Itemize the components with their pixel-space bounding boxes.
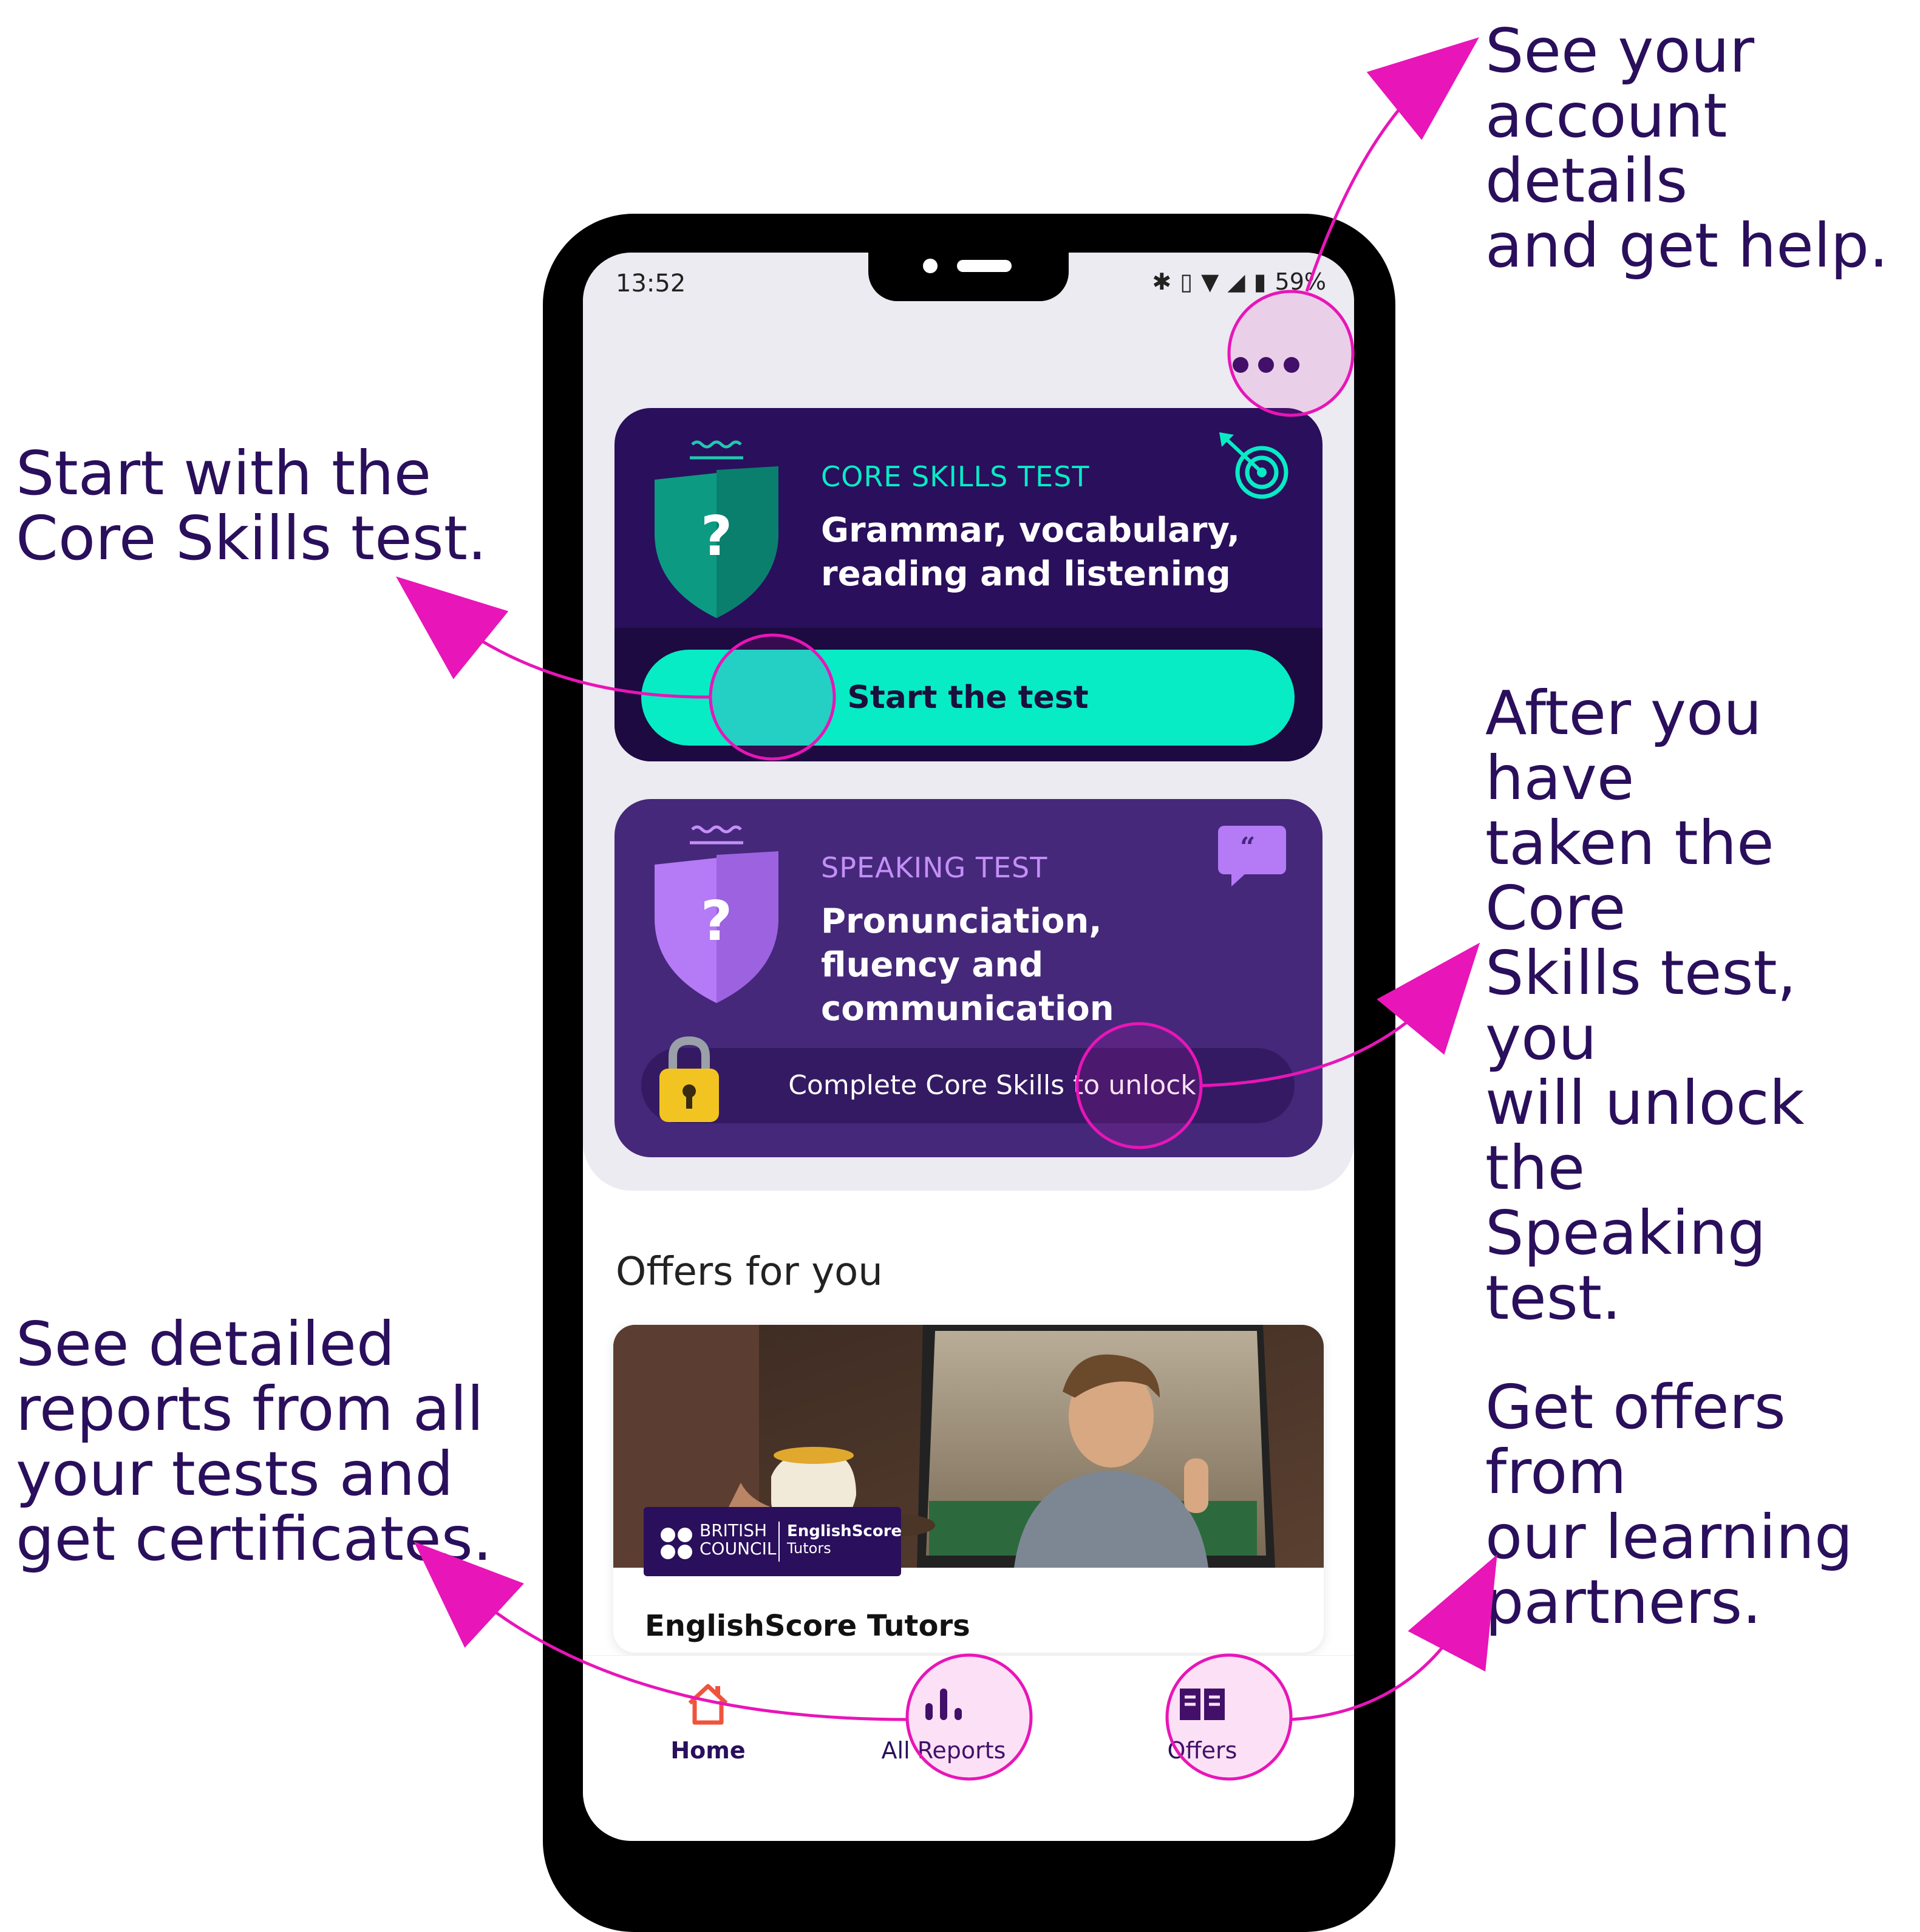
core-skills-label: CORE SKILLS TEST — [821, 460, 1090, 493]
nav-home-label: Home — [670, 1737, 746, 1764]
more-icon — [1233, 357, 1248, 373]
app-screen: 13:52 ✱ ▯ ▼ ◢ ▮ 59% ? CORE SKILLS TEST G… — [583, 253, 1354, 1841]
home-icon — [688, 1684, 728, 1725]
battery-percent: 59% — [1275, 268, 1326, 295]
more-options-button[interactable] — [1227, 338, 1306, 392]
bluetooth-icon: ✱ — [1152, 268, 1172, 295]
battery-icon: ▮ — [1253, 268, 1267, 295]
annotation-speaking: After you have taken the Core Skills tes… — [1485, 678, 1805, 1333]
nav-reports-label: All Reports — [881, 1737, 1006, 1764]
nav-all-reports[interactable]: All Reports — [865, 1674, 1023, 1764]
badge-englishscore-text: EnglishScore Tutors — [787, 1522, 902, 1557]
british-council-logo — [661, 1528, 692, 1559]
locked-speaking-bar: Complete Core Skills to unlock — [641, 1036, 1295, 1123]
nav-offers[interactable]: Offers — [1123, 1674, 1281, 1764]
nav-home[interactable]: Home — [629, 1674, 787, 1764]
svg-text:?: ? — [701, 505, 732, 568]
vibrate-icon: ▯ — [1180, 268, 1193, 295]
book-icon — [1180, 1689, 1225, 1720]
svg-text:?: ? — [701, 889, 732, 953]
signal-icon: ◢ — [1227, 268, 1245, 295]
bar-chart-icon — [925, 1689, 962, 1720]
speech-quote-icon: “ — [1218, 826, 1286, 886]
annotation-reports: See detailed reports from all your tests… — [16, 1308, 492, 1574]
offers-heading: Offers for you — [616, 1250, 883, 1294]
svg-text:“: “ — [1240, 832, 1255, 863]
status-icons: ✱ ▯ ▼ ◢ ▮ 59% — [1152, 268, 1326, 295]
core-skills-description: Grammar, vocabulary, reading and listeni… — [821, 511, 1240, 594]
core-shield-icon: ? — [655, 440, 778, 618]
speaking-test-card: ? SPEAKING TEST Pronunciation, fluency a… — [614, 799, 1323, 1157]
speaking-label: SPEAKING TEST — [821, 851, 1048, 884]
annotation-offers: Get offers from our learning partners. — [1485, 1372, 1853, 1638]
tests-section: 13:52 ✱ ▯ ▼ ◢ ▮ 59% ? CORE SKILLS TEST G… — [583, 253, 1354, 1191]
badge-british-council-text: BRITISH COUNCIL — [700, 1520, 777, 1559]
bottom-navigation: Home All Reports Offers — [583, 1655, 1354, 1841]
wifi-icon: ▼ — [1201, 268, 1219, 295]
nav-offers-label: Offers — [1167, 1737, 1237, 1764]
core-skills-card: ? CORE SKILLS TEST Grammar, vocabulary, … — [614, 408, 1323, 761]
camera-notch — [868, 253, 1069, 301]
annotation-core-skills: Start with the Core Skills test. — [16, 438, 487, 574]
speaking-shield-icon: ? — [655, 825, 778, 1003]
offer-card-title: EnglishScore Tutors — [645, 1609, 970, 1643]
target-icon — [1219, 432, 1289, 499]
speaking-description: Pronunciation, fluency and communication — [821, 902, 1114, 1029]
british-council-badge: BRITISH COUNCIL EnglishScore Tutors — [644, 1507, 902, 1576]
unlock-hint: Complete Core Skills to unlock — [788, 1070, 1196, 1101]
annotation-account: See your account details and get help. — [1485, 15, 1888, 281]
status-time: 13:52 — [616, 270, 686, 298]
start-test-button[interactable]: Start the test — [641, 650, 1295, 746]
offer-card-englishscore-tutors[interactable]: BRITISH COUNCIL EnglishScore Tutors Engl… — [613, 1325, 1324, 1653]
